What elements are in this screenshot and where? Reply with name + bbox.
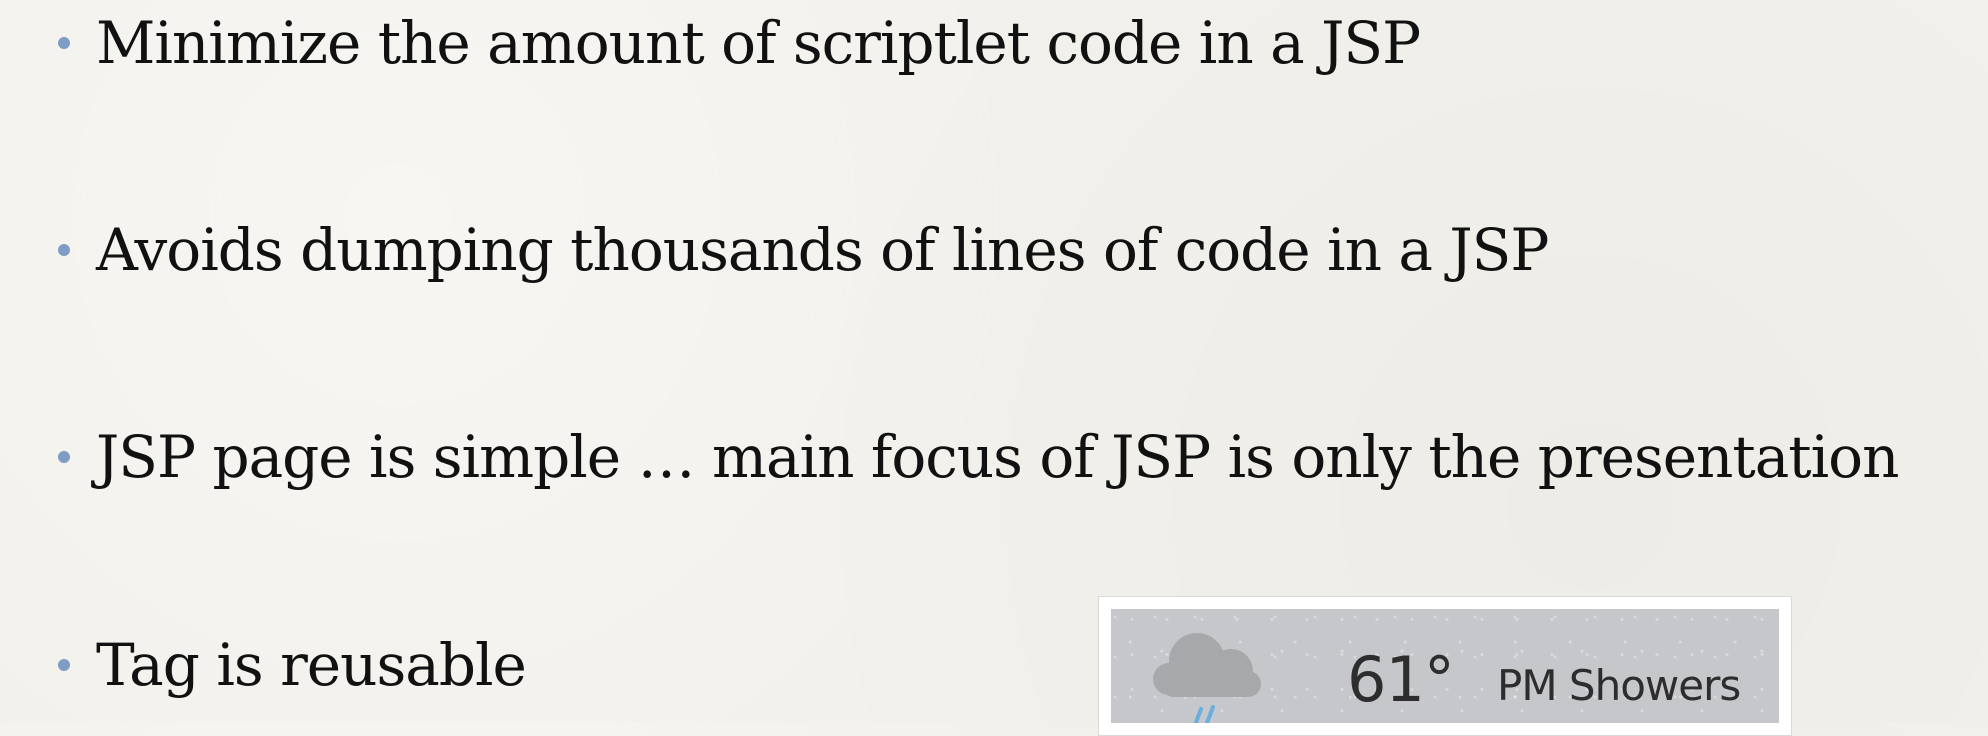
bullet-text: Tag is reusable: [96, 631, 527, 699]
bullet-dot-icon: [58, 37, 70, 49]
bullet-item-3: JSP page is simple … main focus of JSP i…: [58, 423, 1899, 491]
bullet-item-4: Tag is reusable: [58, 631, 527, 699]
bullet-dot-icon: [58, 659, 70, 671]
rain-cloud-icon: [1153, 633, 1261, 723]
weather-temperature: 61°: [1347, 643, 1455, 716]
weather-widget: 61° PM Showers: [1098, 596, 1792, 736]
bullet-dot-icon: [58, 244, 70, 256]
bullet-text: Avoids dumping thousands of lines of cod…: [96, 216, 1549, 284]
weather-condition: PM Showers: [1497, 661, 1741, 710]
bullet-item-2: Avoids dumping thousands of lines of cod…: [58, 216, 1549, 284]
weather-panel: 61° PM Showers: [1111, 609, 1779, 723]
slide: Minimize the amount of scriptlet code in…: [0, 0, 1988, 736]
bullet-text: Minimize the amount of scriptlet code in…: [96, 9, 1421, 77]
bullet-text: JSP page is simple … main focus of JSP i…: [96, 423, 1899, 491]
bullet-item-1: Minimize the amount of scriptlet code in…: [58, 9, 1421, 77]
bullet-dot-icon: [58, 451, 70, 463]
